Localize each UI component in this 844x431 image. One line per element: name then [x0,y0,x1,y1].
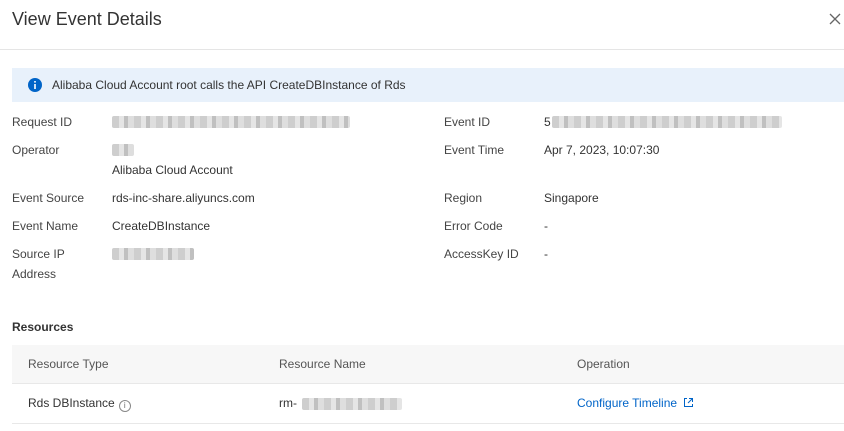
table-row: Rds DBInstance i rm- Configure Timeline [12,384,844,424]
region-label: Region [444,191,483,205]
dialog-header: View Event Details [0,0,844,50]
operator-label: Operator [12,143,60,157]
resource-name-text: rm- [279,396,297,410]
event-source-label: Event Source [12,191,85,205]
accesskey-id-value: - [544,247,548,261]
resource-type-cell: Rds DBInstance i [28,396,131,412]
help-icon[interactable]: i [118,400,131,412]
alert-text: Alibaba Cloud Account root calls the API… [52,78,406,92]
event-name-value: CreateDBInstance [112,219,211,233]
event-id-label: Event ID [444,115,491,129]
request-id-label: Request ID [12,115,73,129]
event-details-dialog: View Event Details Alibaba Cloud Account… [0,0,844,431]
column-resource-type: Resource Type [28,357,109,371]
source-ip-label: Source IP Address [12,247,65,281]
operator-value: Alibaba Cloud Account [112,163,233,177]
external-link-icon[interactable] [683,397,694,408]
error-code-value: - [544,219,548,233]
resource-name-cell: rm- [279,396,297,410]
resources-title: Resources [12,320,74,334]
accesskey-id-label: AccessKey ID [444,247,519,261]
configure-timeline-link[interactable]: Configure Timeline [577,396,694,410]
resources-table-header: Resource Type Resource Name Operation [12,345,844,384]
configure-timeline-text[interactable]: Configure Timeline [577,396,677,410]
error-code-label: Error Code [444,219,503,233]
info-alert: Alibaba Cloud Account root calls the API… [12,68,844,102]
request-id-value-redacted [112,116,350,128]
event-id-value-redacted [552,116,782,128]
source-ip-value-redacted [112,248,194,260]
event-id-value: 5 [544,115,551,129]
event-source-value: rds-inc-share.aliyuncs.com [112,191,255,205]
event-time-value: Apr 7, 2023, 10:07:30 [544,143,660,157]
dialog-title: View Event Details [12,9,162,29]
region-value: Singapore [544,191,599,205]
event-time-label: Event Time [444,143,505,157]
event-name-label: Event Name [12,219,79,233]
resource-name-redacted [302,398,402,410]
resources-table: Resource Type Resource Name Operation Rd… [12,345,844,424]
info-icon [28,78,42,92]
operator-name-redacted [112,144,134,156]
column-operation: Operation [577,357,630,371]
column-resource-name: Resource Name [279,357,366,371]
resource-type-text: Rds DBInstance [28,396,115,410]
close-icon[interactable] [828,12,842,26]
